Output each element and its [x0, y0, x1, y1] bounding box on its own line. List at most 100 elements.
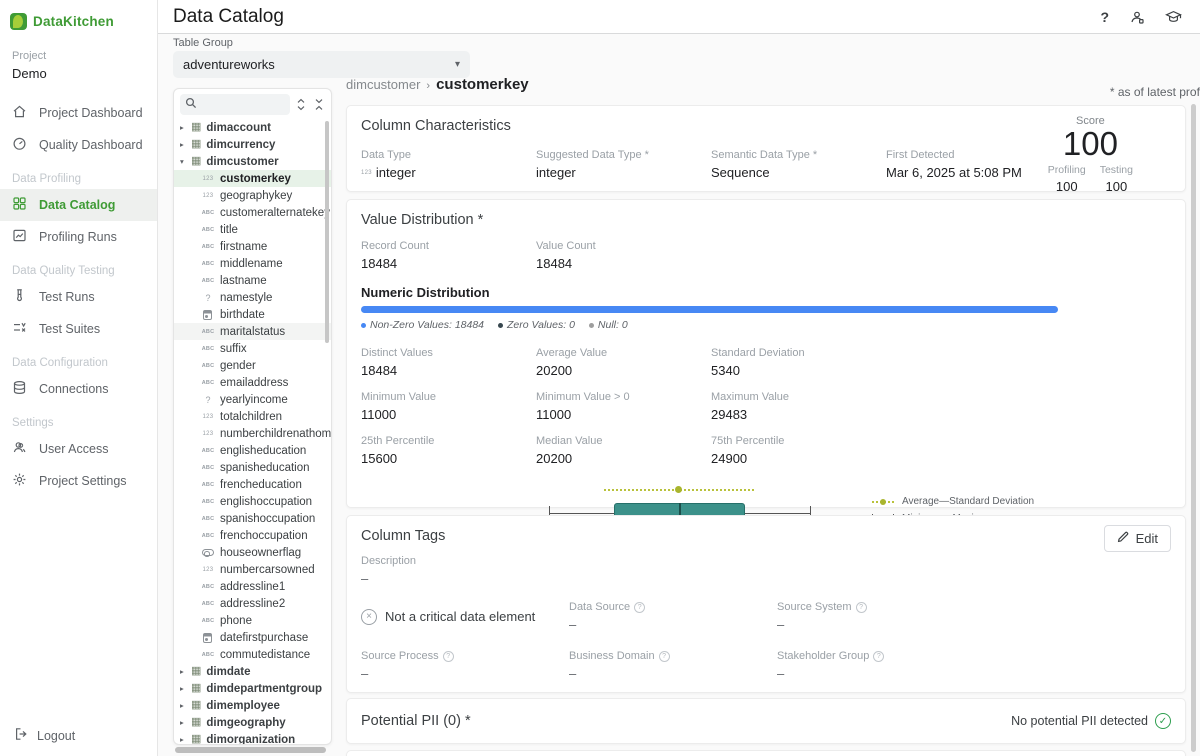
sidebar-item-user-access[interactable]: User Access	[0, 433, 157, 465]
tree-item-label: dimemployee	[206, 700, 280, 712]
tree-item-label: dimaccount	[206, 122, 271, 134]
page-title: Data Catalog	[158, 6, 284, 28]
tree-item[interactable]: ABC englisheducation	[174, 442, 331, 459]
sidebar-item-connections[interactable]: Connections	[0, 373, 157, 405]
sidebar-item-profiling-runs[interactable]: Profiling Runs	[0, 221, 157, 253]
tag-label-text: Business Domain	[569, 650, 655, 662]
field-label: Maximum Value	[711, 391, 1171, 403]
tree-item[interactable]: ABC middlename	[174, 255, 331, 272]
expander-arrow-icon[interactable]: ▾	[180, 157, 191, 166]
field-label: Distinct Values	[361, 347, 536, 359]
sidebar-item-test-runs[interactable]: Test Runs	[0, 281, 157, 313]
home-icon	[12, 104, 27, 122]
table-group-select[interactable]: adventureworks ▾	[173, 51, 470, 78]
tree-item[interactable]: ? namestyle	[174, 289, 331, 306]
tree-item[interactable]: ▸ ▦ dimcurrency	[174, 136, 331, 153]
expander-arrow-icon[interactable]: ▸	[180, 123, 191, 132]
sidebar-item-quality-dashboard[interactable]: Quality Dashboard	[0, 129, 157, 161]
tree-item[interactable]: ABC title	[174, 221, 331, 238]
tree-item[interactable]: datefirstpurchase	[174, 629, 331, 646]
tag-label-text: Source Process	[361, 650, 439, 662]
main-vertical-scrollbar[interactable]	[1191, 104, 1196, 752]
column-type-icon: 123	[201, 431, 215, 437]
tree-item[interactable]: ▸ ▦ dimemployee	[174, 697, 331, 714]
field-label: Minimum Value	[361, 391, 536, 403]
tree-item[interactable]: ABC firstname	[174, 238, 331, 255]
tree-item[interactable]: ABC lastname	[174, 272, 331, 289]
tree-vertical-scrollbar[interactable]	[325, 121, 329, 343]
tree-item[interactable]: ABC spanisheducation	[174, 459, 331, 476]
tree-item[interactable]: ABC gender	[174, 357, 331, 374]
tree-item[interactable]: ▸ ▦ dimgeography	[174, 714, 331, 731]
stat-field: 25th Percentile 15600	[361, 435, 536, 466]
tree-item[interactable]: houseownerflag	[174, 544, 331, 561]
support-agent-icon[interactable]	[1129, 9, 1145, 25]
edit-button[interactable]: Edit	[1104, 525, 1171, 552]
numeric-distribution-legend: Non-Zero Values: 18484Zero Values: 0Null…	[361, 319, 1171, 331]
tree-item[interactable]: 123 geographykey	[174, 187, 331, 204]
tree-item[interactable]: ▸ ▦ dimdepartmentgroup	[174, 680, 331, 697]
stat-field: Maximum Value 29483	[711, 391, 1171, 422]
sidebar-item-data-catalog[interactable]: Data Catalog	[0, 189, 157, 221]
tag-label-text: Stakeholder Group	[777, 650, 869, 662]
tree-item[interactable]: ABC suffix	[174, 340, 331, 357]
expander-arrow-icon[interactable]: ▸	[180, 667, 191, 676]
not-critical-badge: × Not a critical data element	[361, 609, 569, 625]
sidebar-item-test-suites[interactable]: Test Suites	[0, 313, 157, 345]
column-type-icon	[203, 633, 212, 643]
sidebar-item-project-dashboard[interactable]: Project Dashboard	[0, 97, 157, 129]
tag-field: Source Process? –	[361, 650, 569, 681]
tree-item[interactable]: birthdate	[174, 306, 331, 323]
column-type-icon: ABC	[201, 363, 215, 369]
tree-item[interactable]: ABC commutedistance	[174, 646, 331, 663]
tree-item[interactable]: ▸ ▦ dimaccount	[174, 119, 331, 136]
brand-logo[interactable]: DataKitchen	[0, 0, 157, 40]
tree-item[interactable]: 123 numbercarsowned	[174, 561, 331, 578]
tree-item[interactable]: ABC addressline1	[174, 578, 331, 595]
help-icon[interactable]: ?	[1100, 9, 1109, 25]
check-circle-icon: ✓	[1155, 713, 1171, 729]
logout-button[interactable]: Logout	[14, 727, 75, 744]
tree-item[interactable]: ABC frencheducation	[174, 476, 331, 493]
tree-item[interactable]: ABC emailaddress	[174, 374, 331, 391]
column-type-icon: ABC	[201, 210, 215, 216]
tree-item[interactable]: ▸ ▦ dimorganization	[174, 731, 331, 745]
collapse-all-icon[interactable]	[311, 97, 326, 113]
tree-item[interactable]: ? yearlyincome	[174, 391, 331, 408]
field-label: Record Count	[361, 240, 536, 252]
sidebar-item-project-settings[interactable]: Project Settings	[0, 465, 157, 497]
content-region: Table Group adventureworks ▾ ▸ ▦ dimacco…	[158, 34, 1200, 756]
gear-icon	[12, 472, 27, 490]
tag-value: –	[777, 617, 1171, 632]
legend-dot-icon	[589, 323, 594, 328]
tree-item[interactable]: 123 customerkey	[174, 170, 331, 187]
profiling-note: * as of latest profiling run on Mar 6, 5…	[504, 85, 1200, 99]
tree-item-label: dimorganization	[206, 734, 295, 746]
graduation-cap-icon[interactable]	[1165, 9, 1182, 24]
tree-search-input[interactable]	[180, 94, 290, 115]
tree-item[interactable]: ▸ ▦ dimdate	[174, 663, 331, 680]
tree-item[interactable]: ABC customeralternatekey	[174, 204, 331, 221]
tree-item[interactable]: ABC englishoccupation	[174, 493, 331, 510]
tree-item[interactable]: ABC phone	[174, 612, 331, 629]
breadcrumb-table[interactable]: dimcustomer	[346, 77, 420, 92]
expander-arrow-icon[interactable]: ▸	[180, 684, 191, 693]
tree-item[interactable]: ABC spanishoccupation	[174, 510, 331, 527]
count-field: Record Count 18484	[361, 240, 536, 271]
expander-arrow-icon[interactable]: ▸	[180, 735, 191, 744]
expander-arrow-icon[interactable]: ▸	[180, 718, 191, 727]
expander-arrow-icon[interactable]: ▸	[180, 140, 191, 149]
sort-icon[interactable]	[293, 97, 308, 113]
expander-arrow-icon[interactable]: ▸	[180, 701, 191, 710]
tree-item[interactable]: ABC frenchoccupation	[174, 527, 331, 544]
tree-item[interactable]: ▾ ▦ dimcustomer	[174, 153, 331, 170]
tree-item-label: numbercarsowned	[220, 564, 315, 576]
tag-field: Data Source? –	[569, 601, 777, 632]
tree-item[interactable]: 123 numberchildrenathome	[174, 425, 331, 442]
tree-item[interactable]: ABC addressline2	[174, 595, 331, 612]
tree-item[interactable]: ABC maritalstatus	[174, 323, 331, 340]
profiling-score-value: 100	[1048, 179, 1086, 194]
sidebar-section-settings: Settings	[0, 405, 157, 433]
tree-horizontal-scrollbar[interactable]	[175, 747, 326, 753]
tree-item[interactable]: 123 totalchildren	[174, 408, 331, 425]
